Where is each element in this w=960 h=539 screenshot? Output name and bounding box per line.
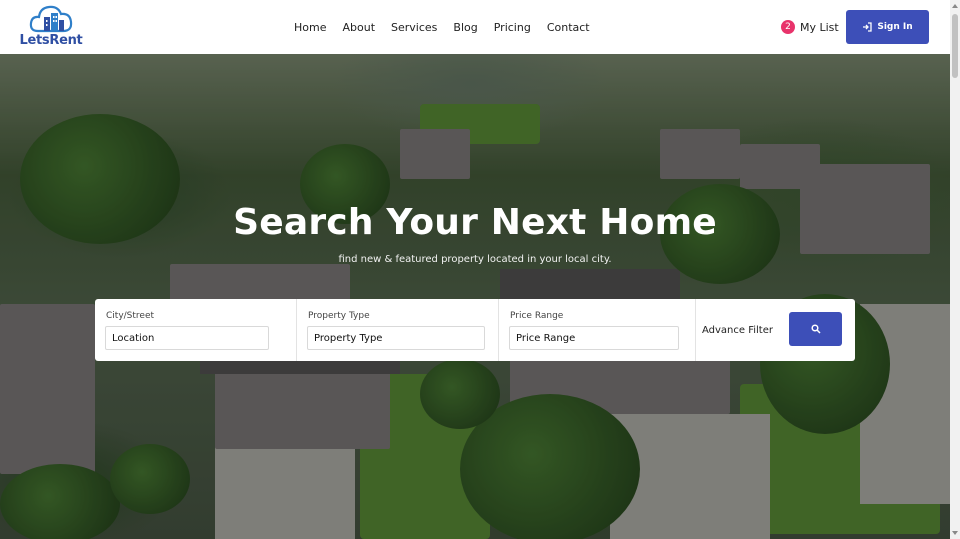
hero-overlay [0,54,950,539]
page: LetsRent Home About Services Blog Pricin… [0,0,960,539]
scroll-down-arrow-icon[interactable] [952,531,958,535]
search-icon [810,324,821,334]
price-range-field: Price Range Price Range [499,299,696,361]
search-button[interactable] [789,312,842,346]
nav-blog[interactable]: Blog [453,21,477,34]
price-range-label: Price Range [510,311,564,321]
hero-title: Search Your Next Home [233,202,717,243]
city-street-field: City/Street Location [95,299,297,361]
my-list-link[interactable]: 2 My List [781,20,839,34]
logo[interactable]: LetsRent [18,3,84,49]
property-type-label: Property Type [308,311,370,321]
my-list-count-badge: 2 [781,20,795,34]
my-list-label: My List [800,20,839,34]
advance-filter-link[interactable]: Advance Filter [702,325,773,336]
nav-contact[interactable]: Contact [547,21,590,34]
scroll-thumb[interactable] [952,14,958,78]
city-street-label: City/Street [106,311,155,321]
sign-in-icon [863,22,872,32]
brand-name: LetsRent [19,33,83,48]
property-type-field: Property Type Property Type [297,299,499,361]
nav-services[interactable]: Services [391,21,437,34]
nav-about[interactable]: About [342,21,375,34]
sign-in-label: Sign In [877,22,913,32]
nav-pricing[interactable]: Pricing [494,21,531,34]
sign-in-button[interactable]: Sign In [846,10,929,44]
property-search-form: City/Street Location Property Type Prope… [95,299,855,361]
nav-home[interactable]: Home [294,21,326,34]
main-nav: Home About Services Blog Pricing Contact [286,0,598,54]
property-type-select[interactable]: Property Type [307,326,485,350]
hero-section: Search Your Next Home find new & feature… [0,54,950,539]
header: LetsRent Home About Services Blog Pricin… [0,0,950,54]
page-scrollbar[interactable] [950,0,960,539]
price-range-select[interactable]: Price Range [509,326,679,350]
cloud-building-logo-icon [29,5,73,33]
location-input[interactable]: Location [105,326,269,350]
hero-subtitle: find new & featured property located in … [338,254,612,265]
scroll-up-arrow-icon[interactable] [952,4,958,8]
